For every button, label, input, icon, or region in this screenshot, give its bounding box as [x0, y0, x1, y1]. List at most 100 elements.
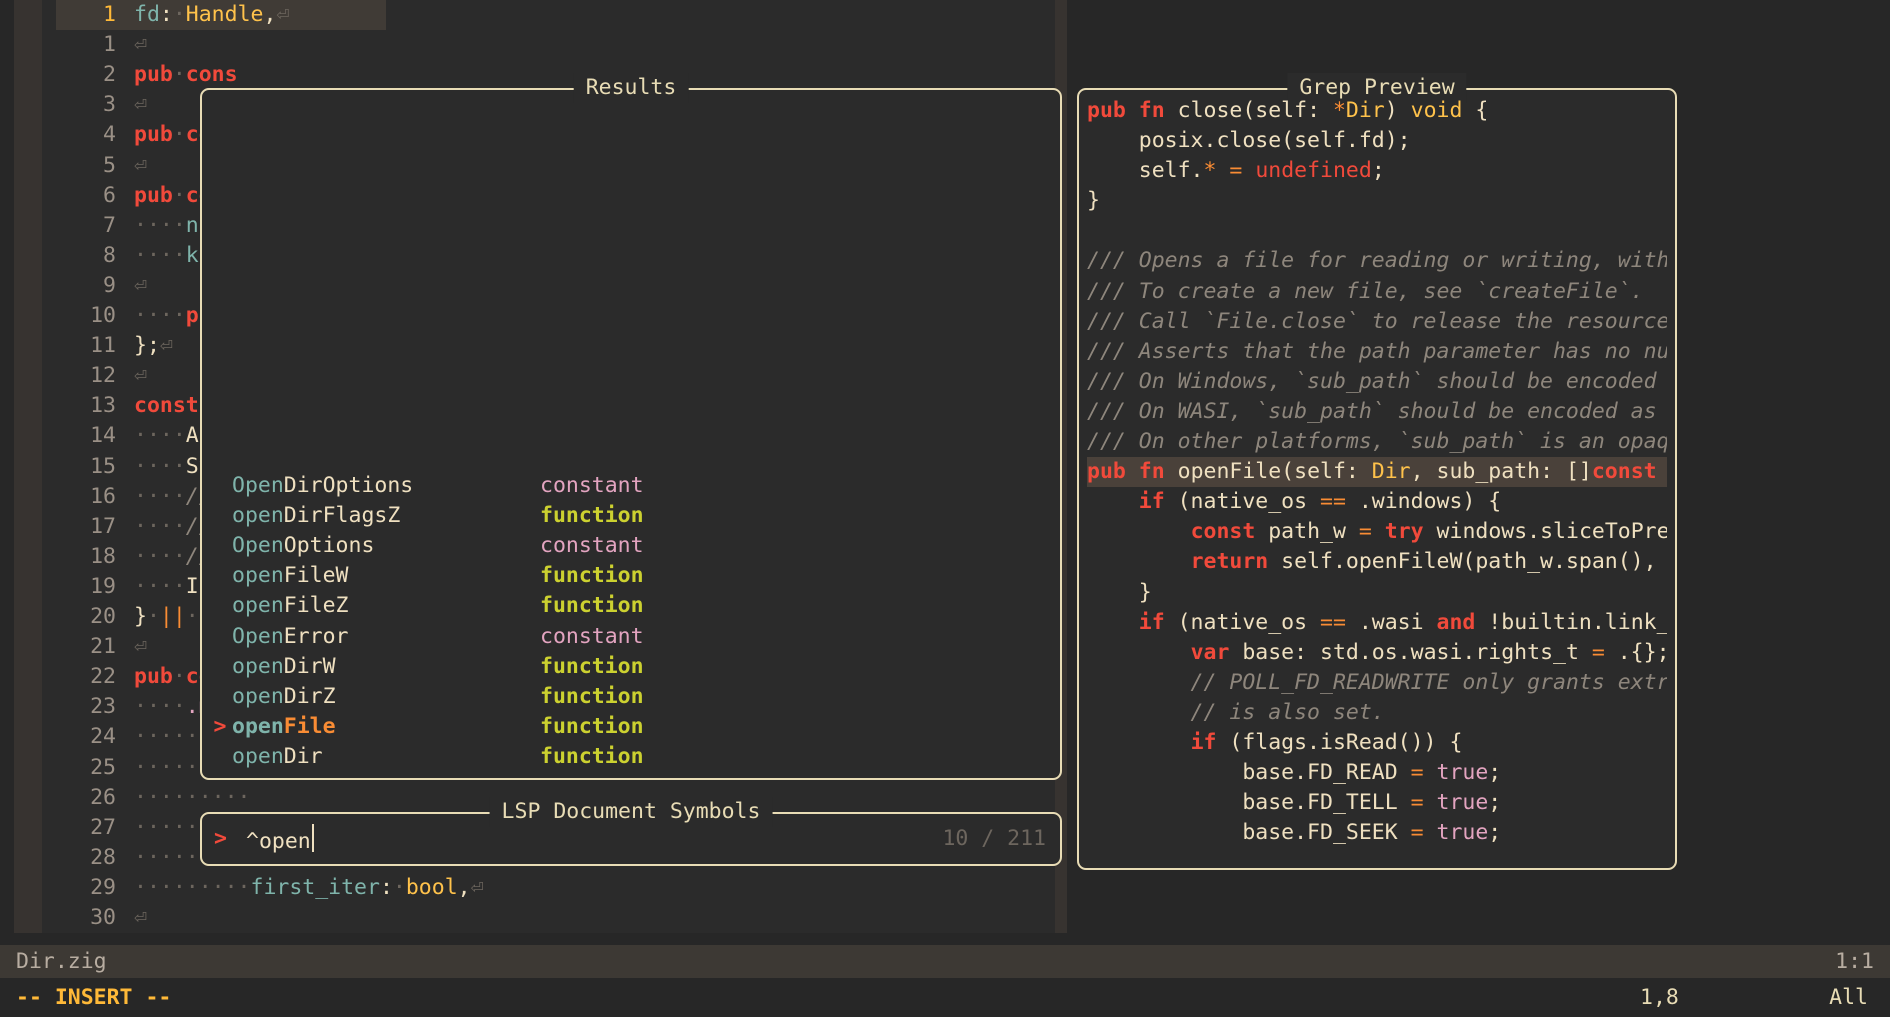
results-list-item[interactable]: openFileZ function — [202, 591, 1060, 621]
line-number: 8 — [103, 242, 116, 268]
preview-line: /// Opens a file for reading or writing,… — [1087, 248, 1667, 274]
line-number: 9 — [103, 272, 116, 298]
line-number: 20 — [90, 604, 116, 629]
code-line: ·········first_iter:·bool,⏎ — [134, 874, 484, 900]
preview-line: } — [1087, 579, 1152, 605]
line-number: 13 — [90, 393, 116, 419]
line-number: 17 — [90, 513, 116, 539]
results-window-title: Results — [573, 73, 689, 103]
symbol-name: OpenOptions — [232, 533, 375, 559]
line-number: 27 — [90, 814, 116, 840]
preview-line: /// Call `File.close` to release the res… — [1087, 308, 1667, 334]
symbol-name: openFileW — [232, 563, 349, 589]
symbol-kind: function — [540, 653, 644, 679]
symbol-kind: constant — [540, 623, 644, 649]
line-number: 14 — [90, 423, 116, 449]
statusline-filename: Dir.zig — [16, 949, 107, 974]
telescope-results-window[interactable]: Results OpenDirOptions constant openDirFla… — [200, 73, 1062, 780]
code-line: ⏎ — [134, 634, 147, 660]
telescope-preview-window[interactable]: Grep Preview pub fn close(self: *Dir) vo… — [1077, 73, 1677, 870]
symbol-kind: function — [540, 503, 644, 529]
selection-marker-icon: > — [213, 713, 227, 739]
symbol-kind: function — [540, 563, 644, 589]
cursor-ruler: 1,8 — [1640, 985, 1679, 1010]
symbol-kind: function — [540, 743, 644, 769]
code-line: ⏎ — [134, 92, 147, 118]
line-number: 15 — [90, 453, 116, 479]
results-list-item[interactable]: openDirW function — [202, 652, 1060, 682]
code-line: ⏎ — [134, 272, 147, 298]
sign-column — [14, 0, 42, 933]
statusline: Dir.zig 1:1 — [0, 945, 1890, 978]
line-number: 18 — [90, 543, 116, 569]
code-line: ⏎ — [134, 152, 147, 178]
telescope-prompt-window[interactable]: LSP Document Symbols > ^open 10 / 211 — [200, 797, 1062, 866]
preview-line — [1087, 216, 1667, 246]
symbol-name: openDirFlagsZ — [232, 503, 401, 529]
symbol-kind: constant — [540, 473, 644, 499]
preview-line: base.FD_TELL = true; — [1087, 790, 1502, 816]
preview-line: if (native_os == .wasi and !builtin.link… — [1138, 609, 1667, 635]
symbol-name: openFileZ — [232, 593, 349, 619]
preview-line: if (flags.isRead()) { — [1190, 729, 1463, 755]
line-number: 22 — [90, 664, 116, 690]
code-line: ········· — [134, 784, 251, 810]
preview-line: var base: std.os.wasi.rights_t = .{}; — [1190, 639, 1667, 665]
results-list-item[interactable]: OpenError constant — [202, 622, 1060, 652]
text-cursor — [311, 824, 314, 852]
preview-line: /// On Windows, `sub_path` should be enc… — [1087, 368, 1667, 394]
scroll-percent: All — [1829, 985, 1868, 1010]
search-input[interactable]: ^open — [246, 824, 314, 857]
search-input-value: ^open — [246, 829, 311, 854]
results-list-item[interactable]: openDirFlagsZ function — [202, 501, 1060, 531]
line-number: 4 — [103, 122, 116, 148]
line-number: 19 — [90, 573, 116, 599]
prompt-window-title: LSP Document Symbols — [489, 797, 773, 827]
code-line: pub·cons — [134, 62, 238, 88]
preview-line: } — [1087, 188, 1100, 214]
preview-line: base.FD_READ = true; — [1087, 760, 1502, 786]
code-line: ⏎ — [134, 905, 147, 930]
results-list-item[interactable]: OpenDirOptions constant — [202, 471, 1060, 501]
results-list-item[interactable]: openDirZ function — [202, 682, 1060, 712]
line-number: 21 — [90, 634, 116, 660]
preview-line: base.FD_SEEK = true; — [1087, 820, 1502, 846]
code-line: };⏎ — [134, 333, 173, 359]
statusline-position: 1:1 — [1835, 949, 1874, 974]
preview-line-highlighted: pub fn openFile(self: Dir, sub_path: []c… — [1087, 457, 1667, 488]
line-number: 1 — [103, 2, 116, 27]
line-number: 5 — [103, 152, 116, 178]
results-list-item[interactable]: OpenOptions constant — [202, 531, 1060, 561]
symbol-kind: function — [540, 683, 644, 709]
line-number: 25 — [90, 754, 116, 780]
results-list-item[interactable]: > openFile function — [202, 712, 1060, 742]
code-line: ⏎ — [134, 363, 147, 389]
preview-line: /// On WASI, `sub_path` should be encode… — [1087, 398, 1667, 424]
results-list-item[interactable]: openFileW function — [202, 561, 1060, 591]
line-number: 1 — [103, 32, 116, 58]
preview-line: /// On other platforms, `sub_path` is an… — [1087, 429, 1667, 455]
line-number: 12 — [90, 363, 116, 389]
results-list[interactable]: OpenDirOptions constant openDirFlagsZ funct… — [202, 471, 1060, 772]
symbol-kind: function — [540, 593, 644, 619]
line-number: 23 — [90, 694, 116, 720]
preview-line: /// Asserts that the path parameter has … — [1087, 338, 1667, 364]
preview-line: posix.close(self.fd); — [1087, 128, 1411, 154]
prompt-caret-icon: > — [214, 826, 227, 851]
line-number: 10 — [90, 303, 116, 328]
symbol-name: openDirW — [232, 653, 336, 679]
line-number: 6 — [103, 182, 116, 208]
code-line: fd:·Handle,⏎ — [134, 2, 290, 27]
line-number: 11 — [90, 333, 116, 359]
line-number: 28 — [90, 844, 116, 870]
line-number: 24 — [90, 724, 116, 750]
symbol-kind: function — [540, 713, 644, 739]
command-line[interactable]: -- INSERT -- 1,8 All — [0, 978, 1890, 1017]
line-number: 3 — [103, 92, 116, 118]
preview-line: pub fn close(self: *Dir) void { — [1087, 98, 1489, 123]
line-number: 16 — [90, 483, 116, 509]
preview-line: // POLL_FD_READWRITE only grants extra r… — [1087, 669, 1667, 695]
results-list-item[interactable]: openDir function — [202, 742, 1060, 772]
result-count-badge: 10 / 211 — [942, 826, 1046, 851]
symbol-kind: constant — [540, 533, 644, 559]
